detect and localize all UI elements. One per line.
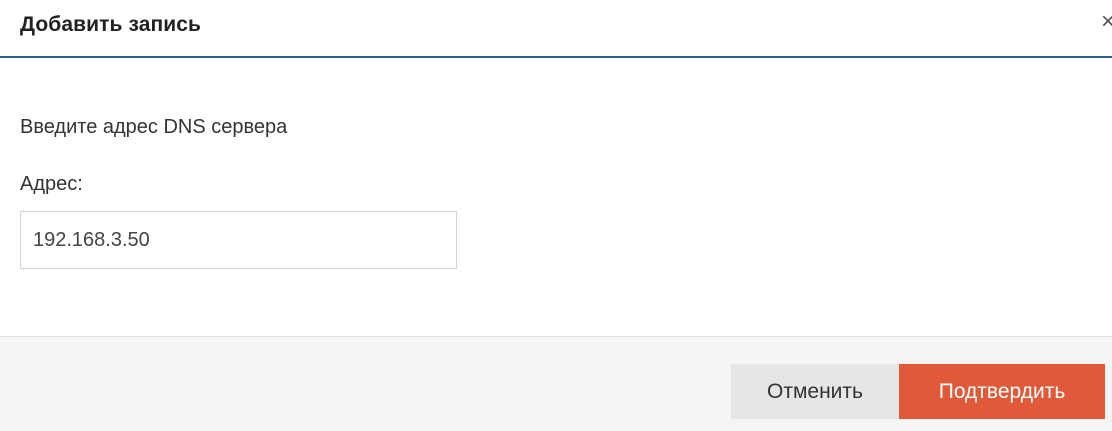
address-label: Адрес:	[20, 173, 83, 195]
dialog-header: Добавить запись ×	[0, 0, 1112, 56]
address-input[interactable]	[20, 211, 457, 269]
cancel-button[interactable]: Отменить	[731, 364, 899, 419]
add-record-dialog: Добавить запись × Введите адрес DNS серв…	[0, 0, 1112, 431]
close-icon[interactable]: ×	[1101, 10, 1112, 34]
dialog-title: Добавить запись	[20, 13, 202, 36]
dialog-footer: Отменить Подтвердить	[0, 336, 1112, 431]
instruction-text: Введите адрес DNS сервера	[20, 116, 288, 138]
dialog-body: Введите адрес DNS сервера Адрес:	[0, 58, 1112, 336]
confirm-button[interactable]: Подтвердить	[899, 364, 1105, 419]
